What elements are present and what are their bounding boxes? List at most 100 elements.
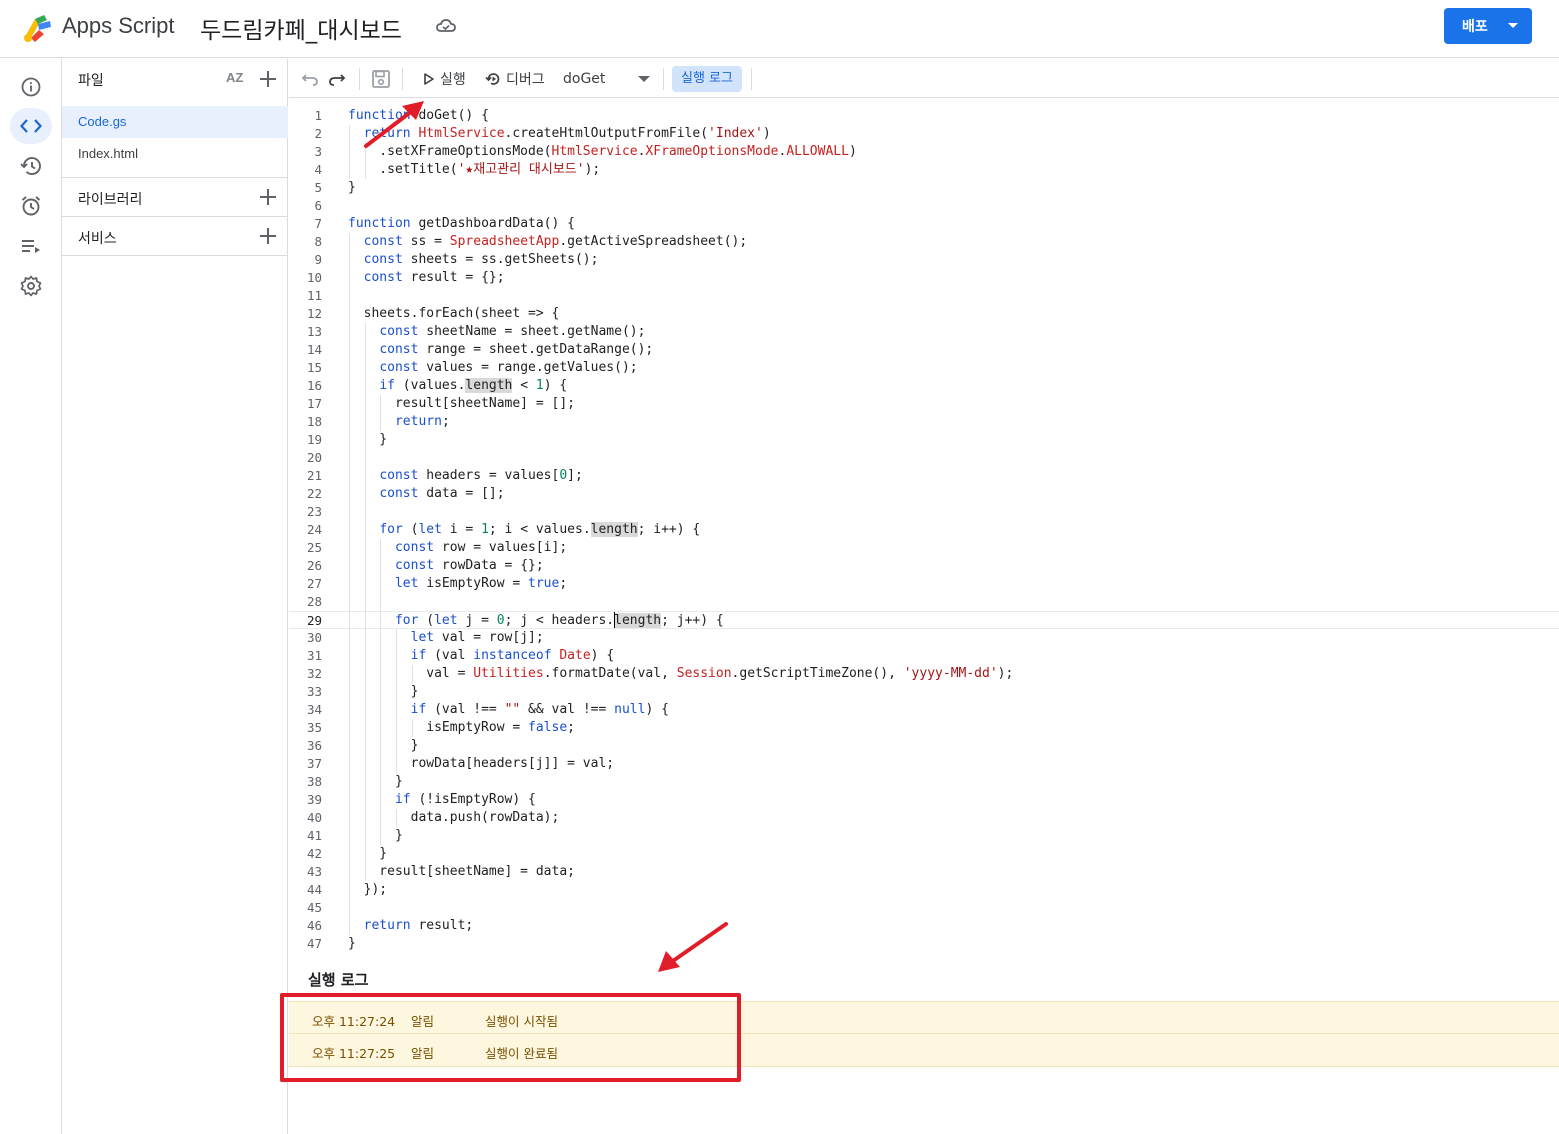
code-line[interactable]: 31 if (val instanceof Date) { [289,647,1559,665]
code-line[interactable]: 34 if (val !== "" && val !== null) { [289,701,1559,719]
code-line[interactable]: 14 const range = sheet.getDataRange(); [289,341,1559,359]
line-number: 3 [314,144,322,159]
code-line[interactable]: 43 result[sheetName] = data; [289,863,1559,881]
code-text: } [348,180,356,195]
indent-guide [380,395,382,431]
code-line[interactable]: 23 [289,503,1559,521]
code-line[interactable]: 28 [289,593,1559,611]
info-icon [21,77,41,97]
code-line[interactable]: 19 } [289,431,1559,449]
executions-nav[interactable] [10,228,52,264]
apps-script-logo-icon[interactable] [22,13,56,43]
code-line[interactable]: 27 let isEmptyRow = true; [289,575,1559,593]
code-line[interactable]: 33 } [289,683,1559,701]
line-number: 4 [314,162,322,177]
code-line[interactable]: 6 [289,197,1559,215]
line-number: 45 [306,900,322,915]
line-number: 19 [306,432,322,447]
code-text: for (let i = 1; i < values.length; i++) … [379,522,701,537]
code-line[interactable]: 20 [289,449,1559,467]
code-line[interactable]: 41 } [289,827,1559,845]
code-line[interactable]: 40 data.push(rowData); [289,809,1559,827]
code-line[interactable]: 1 function doGet() { [289,107,1559,125]
save-disk-icon [372,70,390,88]
code-line[interactable]: 35 isEmptyRow = false; [289,719,1559,737]
code-line[interactable]: 12 sheets.forEach(sheet => { [289,305,1559,323]
code-text: result[sheetName] = []; [348,396,575,411]
code-text: } [348,774,403,789]
overview-nav[interactable] [10,69,52,105]
code-line[interactable]: 15 const values = range.getValues(); [289,359,1559,377]
code-line[interactable]: 2 return HtmlService.createHtmlOutputFro… [289,125,1559,143]
code-editor[interactable]: 1 function doGet() {2 return HtmlService.… [289,98,1559,953]
add-service-plus-icon[interactable] [259,227,277,245]
code-line[interactable]: 32 val = Utilities.formatDate(val, Sessi… [289,665,1559,683]
app-name[interactable]: Apps Script [62,13,175,39]
code-line[interactable]: 44 }); [289,881,1559,899]
editor-nav[interactable] [10,108,52,144]
code-line[interactable]: 5} [289,179,1559,197]
cloud-saved-icon [436,19,456,32]
triggers-nav[interactable] [10,188,52,224]
code-line[interactable]: 42 } [289,845,1559,863]
code-line[interactable]: 46 return result; [289,917,1559,935]
history-nav[interactable] [10,148,52,184]
settings-nav[interactable] [10,268,52,304]
file-item-index-html[interactable]: Index.html [62,138,288,170]
code-line[interactable]: 10 const result = {}; [289,269,1559,287]
indent-guide [349,233,350,935]
run-button[interactable]: 실행 [423,67,466,91]
project-title[interactable]: 두드림카페_대시보드 [200,11,402,45]
divider [62,255,288,256]
code-line[interactable]: 21 const headers = values[0]; [289,467,1559,485]
code-line[interactable]: 3 .setXFrameOptionsMode(HtmlService.XFra… [289,143,1559,161]
function-selector-dropdown[interactable]: doGet [563,67,653,91]
line-number: 7 [314,216,322,231]
redo-button[interactable] [328,67,346,91]
line-number: 41 [306,828,322,843]
code-text: } [348,828,403,843]
code-text: let val = row[j]; [410,630,544,645]
code-line[interactable]: 18 return; [289,413,1559,431]
debug-button[interactable]: 디버그 [485,67,545,91]
code-line[interactable]: 16 if (values.length < 1) { [289,377,1559,395]
code-line[interactable]: 26 const rowData = {}; [289,557,1559,575]
trigger-clock-icon [21,196,41,216]
code-text: }); [348,882,388,897]
code-line[interactable]: 38 } [289,773,1559,791]
file-item-code-gs[interactable]: Code.gs [62,106,288,138]
deploy-button[interactable]: 배포 [1444,8,1532,44]
code-line[interactable]: 4 .setTitle('★재고관리 대시보드'); [289,161,1559,179]
libraries-section: 라이브러리 [62,177,288,216]
add-file-plus-icon[interactable] [259,70,277,88]
save-button[interactable] [371,67,391,91]
code-line[interactable]: 13 const sheetName = sheet.getName(); [289,323,1559,341]
code-text: const data = []; [379,486,505,501]
line-number: 17 [306,396,322,411]
sort-az-icon[interactable]: AZ [226,70,243,85]
line-number: 38 [306,774,322,789]
code-line[interactable]: 29 for (let j = 0; j < headers.length; j… [289,611,1559,629]
code-text: .setTitle('★재고관리 대시보드'); [348,162,601,177]
line-number: 14 [306,342,322,357]
code-line[interactable]: 45 [289,899,1559,917]
undo-button[interactable] [301,67,319,91]
code-line[interactable]: 17 result[sheetName] = []; [289,395,1559,413]
history-icon [20,157,41,175]
code-line[interactable]: 30 let val = row[j]; [289,629,1559,647]
code-text: } [348,738,419,753]
code-line[interactable]: 22 const data = []; [289,485,1559,503]
code-line[interactable]: 9 const sheets = ss.getSheets(); [289,251,1559,269]
execution-log-toggle-button[interactable]: 실행 로그 [672,66,742,92]
code-line[interactable]: 37 rowData[headers[j]] = val; [289,755,1559,773]
code-line[interactable]: 11 [289,287,1559,305]
code-line[interactable]: 36 } [289,737,1559,755]
code-line[interactable]: 39 if (!isEmptyRow) { [289,791,1559,809]
line-number: 40 [306,810,322,825]
code-line[interactable]: 24 for (let i = 1; i < values.length; i+… [289,521,1559,539]
code-line[interactable]: 25 const row = values[i]; [289,539,1559,557]
add-library-plus-icon[interactable] [259,188,277,206]
code-line[interactable]: 8 const ss = SpreadsheetApp.getActiveSpr… [289,233,1559,251]
code-line[interactable]: 7 function getDashboardData() { [289,215,1559,233]
code-line[interactable]: 47} [289,935,1559,953]
